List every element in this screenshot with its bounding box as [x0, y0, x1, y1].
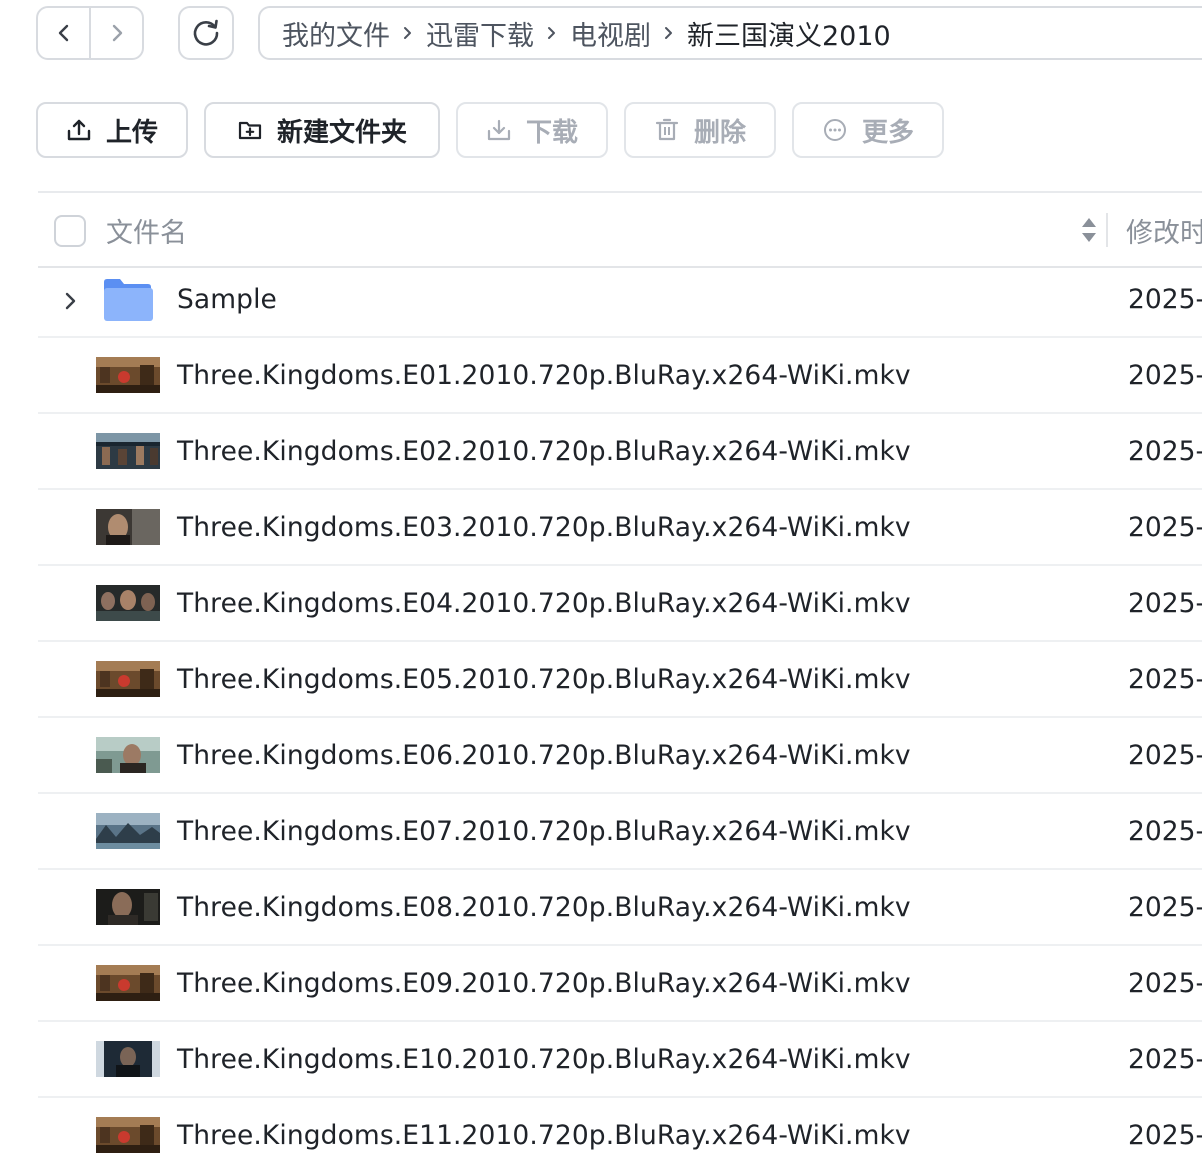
table-header: 文件名 修改时 — [38, 193, 1202, 268]
upload-button[interactable]: 上传 — [36, 102, 188, 158]
folder-name: Sample — [177, 284, 277, 315]
breadcrumb-item-xunlei-downloads[interactable]: 迅雷下载 — [426, 14, 534, 53]
video-thumbnail — [96, 813, 160, 849]
table-row-folder[interactable]: Sample 2025- — [38, 268, 1202, 338]
table-row[interactable]: Three.Kingdoms.E02.2010.720p.BluRay.x264… — [38, 414, 1202, 490]
breadcrumb: 我的文件 迅雷下载 电视剧 新三国演义2010 — [258, 6, 1202, 60]
file-list: Sample 2025- Three.Kingdoms.E01.2010.720… — [38, 268, 1202, 1170]
table-row[interactable]: Three.Kingdoms.E10.2010.720p.BluRay.x264… — [38, 1022, 1202, 1098]
table-row[interactable]: Three.Kingdoms.E08.2010.720p.BluRay.x264… — [38, 870, 1202, 946]
file-modified: 2025- — [1128, 892, 1202, 923]
file-name: Three.Kingdoms.E04.2010.720p.BluRay.x264… — [177, 588, 911, 619]
more-button[interactable]: 更多 — [792, 102, 944, 158]
chevron-right-icon — [663, 24, 675, 42]
download-label: 下载 — [525, 117, 578, 148]
chevron-right-icon[interactable] — [60, 288, 80, 314]
video-thumbnail — [96, 585, 160, 621]
video-thumbnail — [96, 433, 160, 469]
table-row[interactable]: Three.Kingdoms.E04.2010.720p.BluRay.x264… — [38, 566, 1202, 642]
more-icon — [823, 119, 846, 141]
delete-label: 删除 — [693, 117, 746, 148]
file-modified: 2025- — [1128, 436, 1202, 467]
chevron-right-icon — [546, 24, 558, 42]
refresh-button[interactable] — [178, 6, 234, 60]
file-modified: 2025- — [1128, 360, 1202, 391]
forward-button[interactable] — [89, 8, 142, 58]
refresh-icon — [193, 19, 219, 46]
file-name: Three.Kingdoms.E02.2010.720p.BluRay.x264… — [177, 436, 911, 467]
chevron-left-icon — [58, 24, 68, 42]
trash-icon — [655, 118, 679, 141]
file-name: Three.Kingdoms.E08.2010.720p.BluRay.x264… — [177, 892, 911, 923]
file-modified: 2025- — [1128, 740, 1202, 771]
file-name: Three.Kingdoms.E07.2010.720p.BluRay.x264… — [177, 816, 911, 847]
column-resize-handle[interactable] — [1106, 213, 1108, 247]
video-thumbnail — [96, 889, 160, 925]
history-nav — [36, 6, 144, 60]
video-thumbnail — [96, 737, 160, 773]
new-folder-label: 新建文件夹 — [276, 117, 407, 148]
file-modified: 2025- — [1128, 1120, 1202, 1151]
breadcrumb-item-current[interactable]: 新三国演义2010 — [687, 14, 891, 53]
more-label: 更多 — [861, 117, 914, 148]
file-modified: 2025- — [1128, 968, 1202, 999]
new-folder-icon — [238, 121, 262, 140]
file-name: Three.Kingdoms.E09.2010.720p.BluRay.x264… — [177, 968, 911, 999]
table-row[interactable]: Three.Kingdoms.E09.2010.720p.BluRay.x264… — [38, 946, 1202, 1022]
video-thumbnail — [96, 509, 160, 545]
upload-label: 上传 — [105, 117, 158, 148]
folder-icon — [104, 279, 153, 321]
video-thumbnail — [96, 1117, 160, 1153]
chevron-right-icon — [402, 24, 414, 42]
chevron-right-icon — [112, 24, 122, 42]
file-name: Three.Kingdoms.E01.2010.720p.BluRay.x264… — [177, 360, 911, 391]
table-row[interactable]: Three.Kingdoms.E01.2010.720p.BluRay.x264… — [38, 338, 1202, 414]
video-thumbnail — [96, 1041, 160, 1077]
toolbar: 上传 新建文件夹 下载 删除 更多 — [36, 102, 960, 158]
upload-icon — [67, 119, 91, 141]
breadcrumb-item-tv-series[interactable]: 电视剧 — [570, 14, 651, 53]
download-icon — [487, 119, 511, 141]
folder-modified: 2025- — [1128, 284, 1202, 315]
sort-icon[interactable] — [1080, 215, 1098, 245]
file-modified: 2025- — [1128, 588, 1202, 619]
table-row[interactable]: Three.Kingdoms.E11.2010.720p.BluRay.x264… — [38, 1098, 1202, 1170]
new-folder-button[interactable]: 新建文件夹 — [204, 102, 440, 158]
download-button[interactable]: 下载 — [456, 102, 608, 158]
table-row[interactable]: Three.Kingdoms.E03.2010.720p.BluRay.x264… — [38, 490, 1202, 566]
file-name: Three.Kingdoms.E05.2010.720p.BluRay.x264… — [177, 664, 911, 695]
breadcrumb-item-my-files[interactable]: 我的文件 — [282, 14, 390, 53]
video-thumbnail — [96, 661, 160, 697]
file-modified: 2025- — [1128, 816, 1202, 847]
delete-button[interactable]: 删除 — [624, 102, 776, 158]
select-all-checkbox[interactable] — [54, 215, 86, 247]
table-row[interactable]: Three.Kingdoms.E06.2010.720p.BluRay.x264… — [38, 718, 1202, 794]
video-thumbnail — [96, 965, 160, 1001]
file-name: Three.Kingdoms.E03.2010.720p.BluRay.x264… — [177, 512, 911, 543]
file-modified: 2025- — [1128, 664, 1202, 695]
file-modified: 2025- — [1128, 1044, 1202, 1075]
file-modified: 2025- — [1128, 512, 1202, 543]
back-button[interactable] — [38, 8, 89, 58]
file-manager-window: 我的文件 迅雷下载 电视剧 新三国演义2010 上传 新建文件夹 下载 删除 更… — [0, 0, 1202, 1170]
file-name: Three.Kingdoms.E11.2010.720p.BluRay.x264… — [177, 1120, 911, 1151]
file-name: Three.Kingdoms.E06.2010.720p.BluRay.x264… — [177, 740, 911, 771]
column-header-name[interactable]: 文件名 — [106, 211, 187, 250]
column-header-modified[interactable]: 修改时 — [1126, 211, 1202, 250]
video-thumbnail — [96, 357, 160, 393]
file-name: Three.Kingdoms.E10.2010.720p.BluRay.x264… — [177, 1044, 911, 1075]
table-row[interactable]: Three.Kingdoms.E07.2010.720p.BluRay.x264… — [38, 794, 1202, 870]
table-row[interactable]: Three.Kingdoms.E05.2010.720p.BluRay.x264… — [38, 642, 1202, 718]
